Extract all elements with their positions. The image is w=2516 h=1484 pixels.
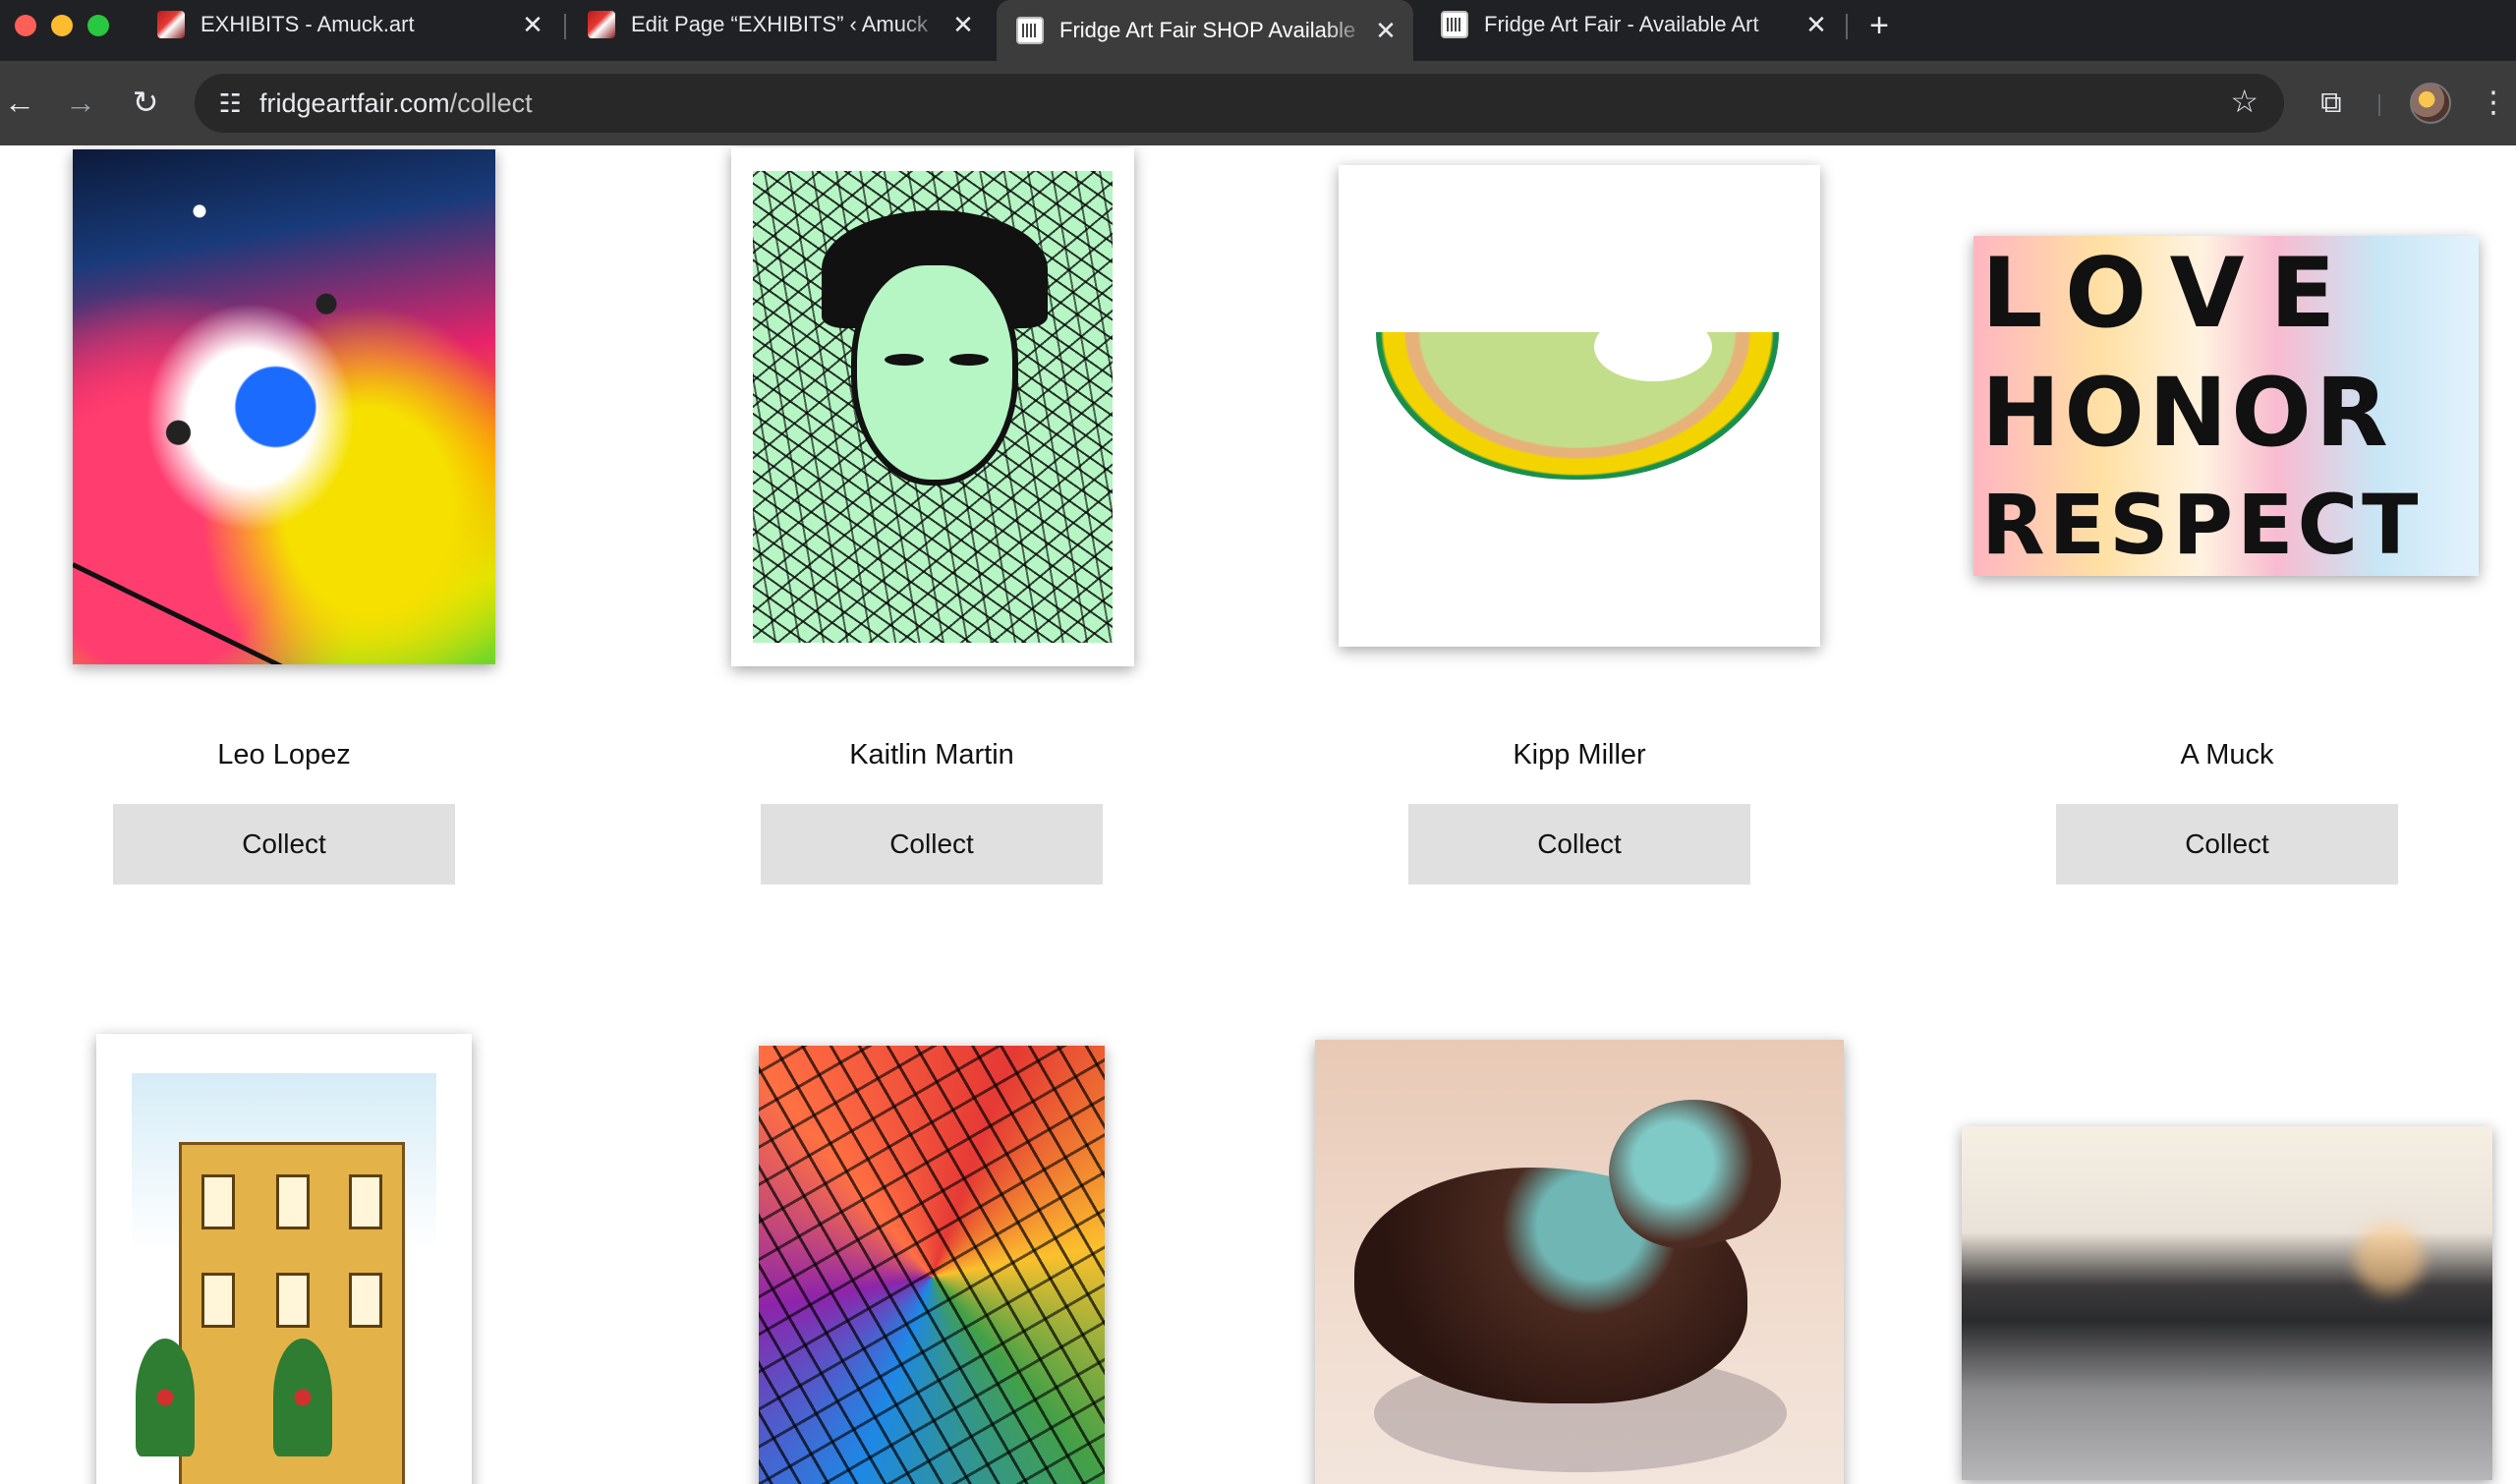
artwork-word: HONOR bbox=[1981, 358, 2392, 468]
collect-page: Leo Lopez Collect Kaitlin Martin Collect… bbox=[0, 145, 2516, 1484]
tab-title: EXHIBITS - Amuck.art bbox=[200, 12, 415, 36]
artwork-image-kaitlin-martin[interactable] bbox=[731, 147, 1134, 666]
artist-name: Leo Lopez bbox=[217, 739, 351, 771]
tab-exhibits-amuck[interactable]: EXHIBITS - Amuck.art ✕ bbox=[138, 0, 560, 49]
painting-window bbox=[276, 1273, 310, 1328]
drawing-face bbox=[851, 259, 1018, 485]
url-host: fridgeartfair.com bbox=[259, 88, 450, 118]
collect-button[interactable]: Collect bbox=[761, 804, 1103, 885]
drawing-eye bbox=[885, 354, 924, 366]
artwork-word: RESPECT bbox=[1981, 477, 2423, 573]
collect-button[interactable]: Collect bbox=[113, 804, 455, 885]
url-path: /collect bbox=[449, 88, 533, 118]
new-tab-plus-icon[interactable]: + bbox=[1859, 6, 1899, 45]
close-icon[interactable]: ✕ bbox=[517, 10, 548, 40]
tab-strip: EXHIBITS - Amuck.art ✕ Edit Page “EXHIBI… bbox=[0, 0, 2516, 61]
amuck-favicon-icon bbox=[588, 11, 615, 38]
tab-divider bbox=[564, 14, 566, 39]
painting-window bbox=[349, 1273, 382, 1328]
reload-icon[interactable]: ↻ bbox=[126, 83, 165, 122]
fridge-favicon-icon bbox=[1016, 17, 1044, 44]
tab-title: Fridge Art Fair SHOP Available bbox=[1059, 18, 1356, 42]
drawing-eye bbox=[949, 354, 989, 366]
watermelon-bite bbox=[1594, 313, 1712, 381]
close-icon[interactable]: ✕ bbox=[947, 10, 979, 40]
artwork-word: LOVE bbox=[1981, 238, 2362, 350]
artist-name: A Muck bbox=[2180, 739, 2274, 771]
close-icon[interactable]: ✕ bbox=[1370, 16, 1401, 46]
bookmark-star-icon[interactable]: ☆ bbox=[2230, 83, 2259, 120]
drawing-surface bbox=[753, 171, 1113, 643]
artwork-image-building[interactable] bbox=[96, 1034, 472, 1484]
window-close-button[interactable] bbox=[15, 15, 36, 36]
fridge-favicon-icon bbox=[1441, 11, 1468, 38]
window-minimize-button[interactable] bbox=[51, 15, 73, 36]
close-icon[interactable]: ✕ bbox=[1801, 10, 1832, 40]
artwork-image-a-muck[interactable]: LOVE HONOR RESPECT bbox=[1973, 236, 2479, 576]
window-maximize-button[interactable] bbox=[87, 15, 109, 36]
painting-tree bbox=[136, 1339, 195, 1456]
artist-name: Kaitlin Martin bbox=[849, 739, 1014, 771]
tab-divider bbox=[1846, 14, 1848, 39]
url-text[interactable]: fridgeartfair.com/collect bbox=[259, 88, 533, 119]
tab-edit-page[interactable]: Edit Page “EXHIBITS” ‹ Amuck ✕ bbox=[568, 0, 991, 49]
artist-name: Kipp Miller bbox=[1513, 739, 1646, 771]
site-info-icon[interactable]: ☷ bbox=[210, 84, 250, 123]
artwork-image-kipp-miller[interactable] bbox=[1339, 165, 1820, 647]
collect-button[interactable]: Collect bbox=[1408, 804, 1750, 885]
profile-avatar[interactable] bbox=[2410, 83, 2451, 124]
tab-fridge-available-art[interactable]: Fridge Art Fair - Available Art ✕ bbox=[1421, 0, 1844, 49]
collect-button[interactable]: Collect bbox=[2056, 804, 2398, 885]
forward-arrow-icon[interactable]: → bbox=[61, 83, 100, 122]
landscape-sun bbox=[2355, 1225, 2424, 1293]
browser-toolbar: ← → ↻ ☷ fridgeartfair.com/collect ☆ ⧉ ⋮ bbox=[0, 61, 2516, 145]
artwork-image-blurred-landscape[interactable] bbox=[1962, 1126, 2492, 1480]
painting-window bbox=[276, 1174, 310, 1229]
amuck-favicon-icon bbox=[157, 11, 185, 38]
artwork-image-ceramic-sculpture[interactable] bbox=[1315, 1040, 1844, 1484]
address-bar[interactable]: ☷ fridgeartfair.com/collect ☆ bbox=[195, 74, 2284, 133]
painting-window bbox=[201, 1174, 235, 1229]
menu-kebab-icon[interactable]: ⋮ bbox=[2479, 83, 2508, 124]
tab-title: Edit Page “EXHIBITS” ‹ Amuck bbox=[631, 12, 928, 36]
tab-fridge-shop[interactable]: Fridge Art Fair SHOP Available ✕ bbox=[997, 0, 1413, 61]
tab-title: Fridge Art Fair - Available Art bbox=[1484, 12, 1759, 36]
painting-window bbox=[349, 1174, 382, 1229]
artwork-image-leo-lopez[interactable] bbox=[73, 149, 495, 664]
painting-window bbox=[201, 1273, 235, 1328]
tab-search-icon[interactable]: ⧉ bbox=[2312, 83, 2351, 124]
painting-tree bbox=[273, 1339, 332, 1456]
watermelon-shape bbox=[1376, 332, 1779, 480]
artwork-image-abstract-geometric[interactable] bbox=[759, 1046, 1105, 1484]
back-arrow-icon[interactable]: ← bbox=[0, 83, 39, 122]
paint-stroke bbox=[73, 562, 286, 664]
toolbar-divider bbox=[2378, 94, 2380, 116]
